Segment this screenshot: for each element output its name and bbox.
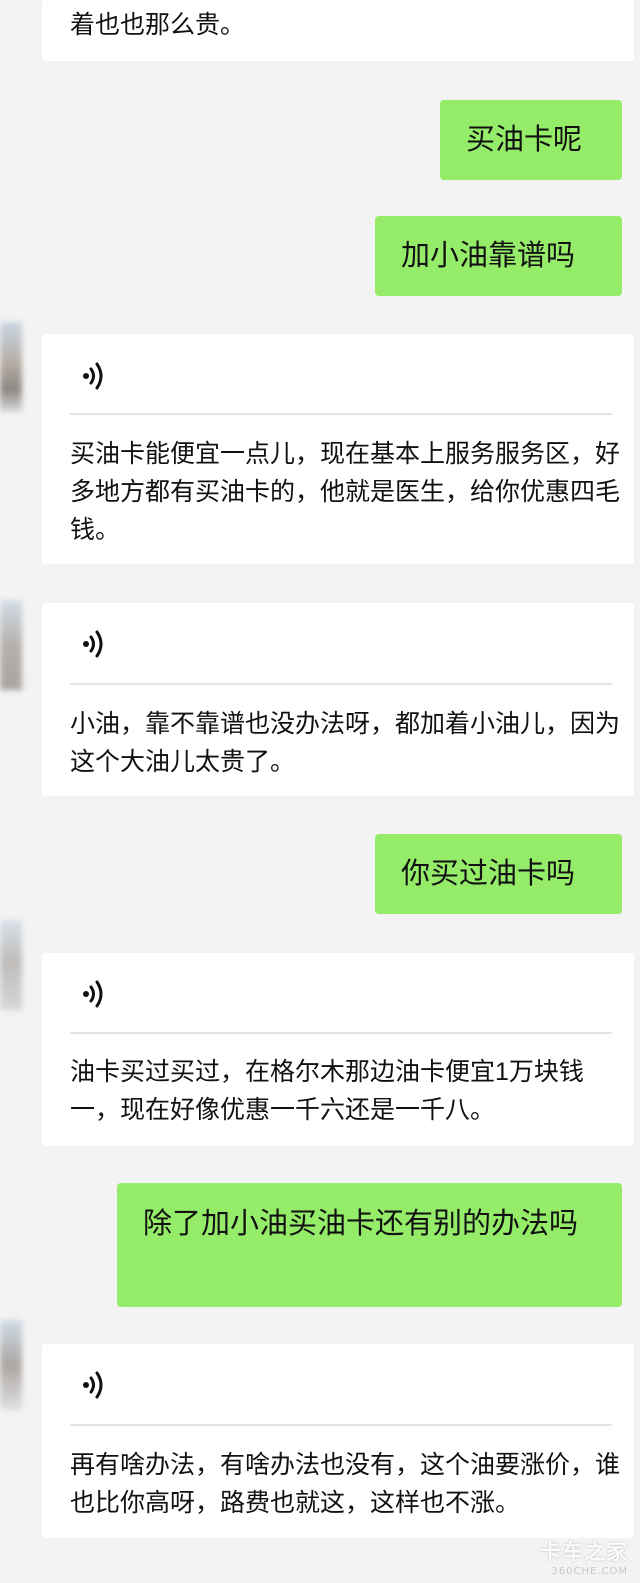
voice-message-bubble[interactable]: 买油卡能便宜一点儿，现在基本上服务服务区，好多地方都有买油卡的，他就是医生，给你… (42, 334, 634, 564)
avatar[interactable] (0, 322, 22, 412)
voice-play-button[interactable] (80, 978, 110, 1008)
message-bubble-outgoing[interactable]: 你买过油卡吗 (375, 834, 622, 914)
watermark-logo: 卡车之家 360CHE.COM (540, 1536, 628, 1577)
voice-wave-icon (83, 1371, 103, 1399)
message-bubble-incoming[interactable]: 着也也那么贵。 (42, 0, 634, 61)
voice-transcript: 油卡买过买过，在格尔木那边油卡便宜1万块钱一，现在好像优惠一千六还是一千八。 (70, 1058, 584, 1124)
voice-message-bubble[interactable]: 再有啥办法，有啥办法也没有，这个油要涨价，谁也比你高呀，路费也就这，这样也不涨。 (42, 1344, 634, 1538)
divider (70, 413, 612, 415)
divider (70, 1032, 612, 1034)
voice-play-button[interactable] (80, 628, 110, 658)
message-bubble-outgoing[interactable]: 除了加小油买油卡还有别的办法吗 (117, 1183, 622, 1307)
divider (70, 683, 612, 685)
voice-message-bubble[interactable]: 小油，靠不靠谱也没办法呀，都加着小油儿，因为这个大油儿太贵了。 (42, 603, 634, 796)
voice-transcript: 买油卡能便宜一点儿，现在基本上服务服务区，好多地方都有买油卡的，他就是医生，给你… (70, 440, 621, 544)
voice-play-button[interactable] (80, 360, 110, 390)
watermark-url: 360CHE.COM (551, 1566, 628, 1577)
voice-transcript: 小油，靠不靠谱也没办法呀，都加着小油儿，因为这个大油儿太贵了。 (70, 710, 621, 776)
voice-wave-icon (83, 980, 103, 1008)
voice-wave-icon (83, 362, 103, 390)
watermark-text: 卡车之家 (540, 1541, 628, 1564)
avatar[interactable] (0, 920, 22, 1010)
voice-play-button[interactable] (80, 1369, 110, 1399)
avatar[interactable] (0, 1320, 22, 1410)
message-bubble-outgoing[interactable]: 加小油靠谱吗 (375, 216, 622, 296)
voice-wave-icon (83, 630, 103, 658)
message-text: 你买过油卡吗 (401, 858, 576, 890)
message-bubble-outgoing[interactable]: 买油卡呢 (440, 100, 622, 180)
avatar[interactable] (0, 600, 22, 690)
voice-message-bubble[interactable]: 油卡买过买过，在格尔木那边油卡便宜1万块钱一，现在好像优惠一千六还是一千八。 (42, 953, 634, 1146)
message-text: 加小油靠谱吗 (401, 240, 576, 272)
voice-transcript: 再有啥办法，有啥办法也没有，这个油要涨价，谁也比你高呀，路费也就这，这样也不涨。 (70, 1451, 621, 1517)
message-text: 买油卡呢 (466, 124, 583, 156)
message-text: 着也也那么贵。 (70, 11, 246, 39)
divider (70, 1424, 612, 1426)
message-text: 除了加小油买油卡还有别的办法吗 (143, 1208, 579, 1240)
